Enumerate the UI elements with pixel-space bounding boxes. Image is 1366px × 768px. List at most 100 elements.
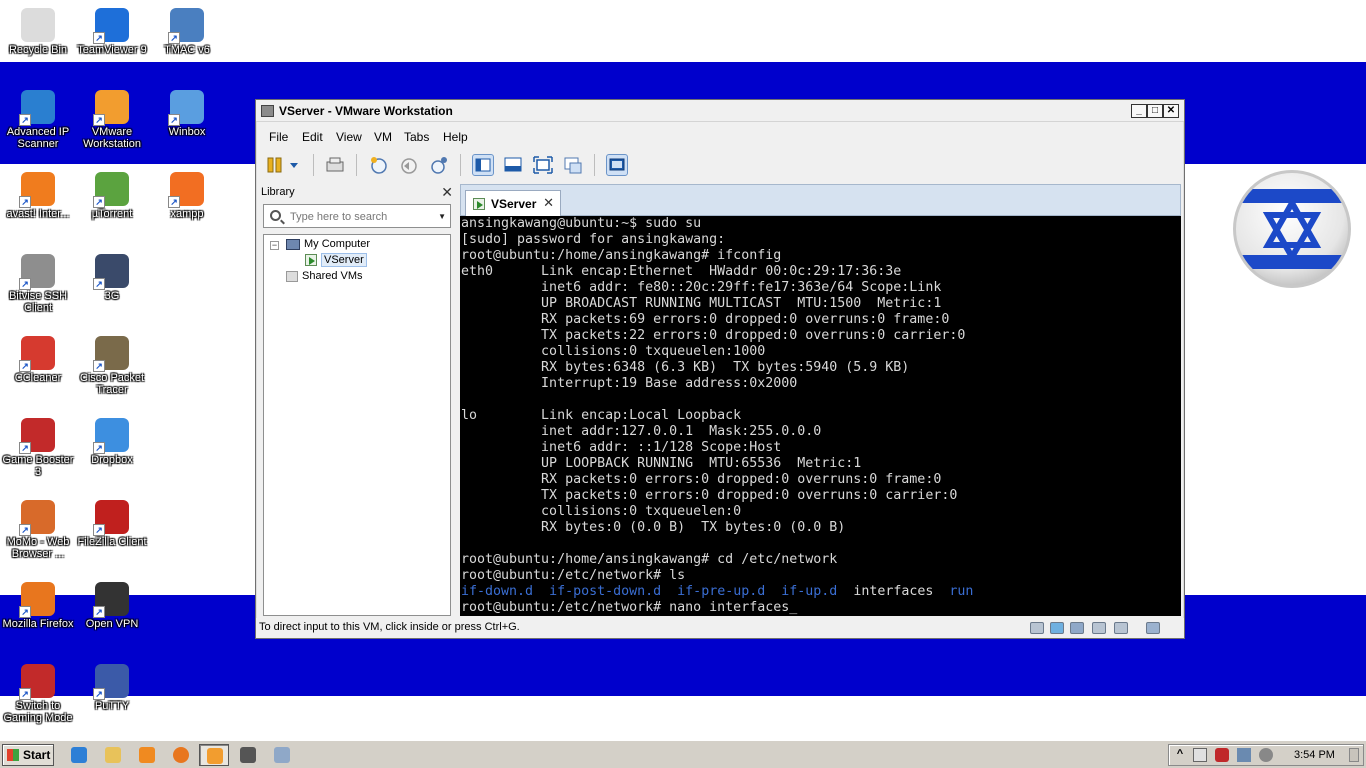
taskbar-cheat-tool[interactable] [233, 744, 263, 766]
tab-close-icon[interactable]: ✕ [543, 195, 554, 211]
taskbar-app[interactable] [267, 744, 297, 766]
shortcut-arrow-icon: ↗ [93, 688, 105, 700]
close-button[interactable]: ✕ [1163, 104, 1179, 118]
desktop-icon[interactable]: ↗ PuTTY [74, 664, 150, 712]
vm-console[interactable]: ansingkawang@ubuntu:~$ sudo su [sudo] pas… [460, 216, 1181, 616]
desktop-icon[interactable]: ↗ avast! Inter... [0, 172, 76, 220]
title-bar[interactable]: VServer - VMware Workstation _ □ ✕ [256, 100, 1184, 122]
desktop-icon[interactable]: Recycle Bin [0, 8, 76, 56]
tree-collapse-icon[interactable]: − [270, 241, 279, 250]
terminal-line: inet6 addr: ::1/128 Scope:Host [461, 440, 782, 455]
desktop-icon[interactable]: ↗ Advanced IP Scanner [0, 90, 76, 150]
message-log-icon[interactable] [1146, 622, 1160, 634]
printer-icon[interactable] [1092, 622, 1106, 634]
menu-help[interactable]: Help [443, 130, 468, 144]
hard-disk-icon[interactable] [1030, 622, 1044, 634]
chevron-down-icon[interactable]: ▼ [438, 212, 446, 221]
status-bar: To direct input to this VM, click inside… [256, 618, 1184, 638]
modem-icon: ↗ [93, 254, 129, 290]
ls-dir-entry: if-up.d [781, 584, 838, 599]
maximize-button[interactable]: □ [1147, 104, 1163, 118]
sound-card-icon[interactable] [1114, 622, 1128, 634]
desktop-icon[interactable]: ↗ TMAC v6 [149, 8, 225, 56]
unity-icon[interactable] [562, 154, 584, 176]
tree-item-shared-vms[interactable]: Shared VMs [286, 270, 363, 282]
recycle-bin-icon [21, 8, 55, 42]
desktop-icon[interactable]: ↗ µTorrent [74, 172, 150, 220]
full-screen-icon[interactable] [532, 154, 554, 176]
desktop-icon[interactable]: ↗ MoMo - Web Browser ... [0, 500, 76, 560]
network-tray-icon[interactable] [1237, 748, 1251, 762]
shortcut-arrow-icon: ↗ [93, 114, 105, 126]
pause-icon[interactable] [265, 154, 287, 176]
library-close-icon[interactable]: ✕ [441, 184, 453, 201]
show-thumbnail-bar-icon[interactable] [502, 154, 524, 176]
taskbar-ie[interactable] [64, 744, 94, 766]
desktop-icon[interactable]: ↗ VMware Workstation [74, 90, 150, 150]
start-button[interactable]: Start [2, 744, 54, 766]
send-ctrl-alt-del-icon[interactable] [324, 154, 346, 176]
menu-file[interactable]: File [269, 130, 288, 144]
toolbar-separator [356, 154, 357, 176]
desktop-icon[interactable]: ↗ Mozilla Firefox [0, 582, 76, 630]
desktop-icon[interactable]: ↗ Game Booster 3 [0, 418, 76, 478]
shortcut-arrow-icon: ↗ [19, 524, 31, 536]
desktop-icon[interactable]: ↗ Dropbox [74, 418, 150, 466]
tab-vserver[interactable]: VServer ✕ [465, 190, 561, 217]
vmware-window[interactable]: VServer - VMware Workstation _ □ ✕ File … [255, 99, 1185, 639]
taskbar-firefox[interactable] [166, 744, 196, 766]
network-adapter-icon[interactable] [1050, 622, 1064, 634]
shortcut-arrow-icon: ↗ [19, 688, 31, 700]
shortcut-arrow-icon: ↗ [93, 524, 105, 536]
menu-vm[interactable]: VM [374, 130, 392, 144]
revert-snapshot-icon[interactable] [398, 154, 420, 176]
library-search-placeholder: Type here to search [290, 211, 388, 223]
minimize-button[interactable]: _ [1131, 104, 1147, 118]
terminal-ls-output: if-down.d if-post-down.d if-pre-up.d if-… [461, 584, 973, 600]
taskbar-vmware[interactable] [199, 744, 229, 766]
show-library-icon[interactable] [472, 154, 494, 176]
power-dropdown-icon[interactable] [287, 154, 301, 176]
desktop-icon[interactable]: ↗ 3G [74, 254, 150, 302]
snapshot-icon[interactable] [368, 154, 390, 176]
desktop-icon-label: xampp [170, 208, 204, 220]
folder-icon [105, 747, 121, 763]
shortcut-arrow-icon: ↗ [93, 196, 105, 208]
desktop-icon[interactable]: ↗ FileZilla Client [74, 500, 150, 548]
console-view-icon[interactable] [606, 154, 628, 176]
usb-icon[interactable] [1070, 622, 1084, 634]
taskbar-explorer[interactable] [98, 744, 128, 766]
desktop-icon[interactable]: ↗ Bitvise SSH Client [0, 254, 76, 314]
toolbar-separator [460, 154, 461, 176]
desktop-icon[interactable]: ↗ xampp [149, 172, 225, 220]
snapshot-manager-icon[interactable] [428, 154, 450, 176]
tree-item-vserver[interactable]: VServer [305, 253, 367, 267]
terminal-line: RX packets:69 errors:0 dropped:0 overrun… [461, 312, 950, 327]
library-search-input[interactable]: Type here to search ▼ [263, 204, 451, 228]
tmac-icon: ↗ [168, 8, 204, 44]
menu-edit[interactable]: Edit [302, 130, 323, 144]
desktop-icon[interactable]: ↗ TeamViewer 9 [74, 8, 150, 56]
action-center-flag-icon[interactable] [1193, 748, 1207, 762]
tree-item-my-computer[interactable]: My Computer [286, 238, 370, 250]
show-hidden-icons-icon[interactable]: ^ [1173, 748, 1187, 762]
bitvise-icon: ↗ [19, 254, 55, 290]
desktop-icon[interactable]: ↗ Winbox [149, 90, 225, 138]
desktop-icon-label: 3G [104, 290, 120, 302]
terminal-line: eth0 Link encap:Ethernet HWaddr 00:0c:29… [461, 264, 902, 279]
desktop-icon[interactable]: ↗ CCleaner [0, 336, 76, 384]
desktop-icon[interactable]: ↗ Open VPN [74, 582, 150, 630]
menu-tabs[interactable]: Tabs [404, 130, 429, 144]
taskbar-media[interactable] [132, 744, 162, 766]
desktop-icon[interactable]: ↗ Cisco Packet Tracer [74, 336, 150, 396]
volume-icon[interactable] [1259, 748, 1273, 762]
gaming-mode-icon: ↗ [19, 664, 55, 700]
show-desktop-button[interactable] [1349, 748, 1359, 762]
shortcut-arrow-icon: ↗ [93, 606, 105, 618]
menu-view[interactable]: View [336, 130, 362, 144]
security-tray-icon[interactable] [1215, 748, 1229, 762]
desktop-icon[interactable]: ↗ Switch to Gaming Mode [0, 664, 76, 724]
xampp-icon: ↗ [168, 172, 204, 208]
teamviewer-icon: ↗ [93, 8, 129, 44]
